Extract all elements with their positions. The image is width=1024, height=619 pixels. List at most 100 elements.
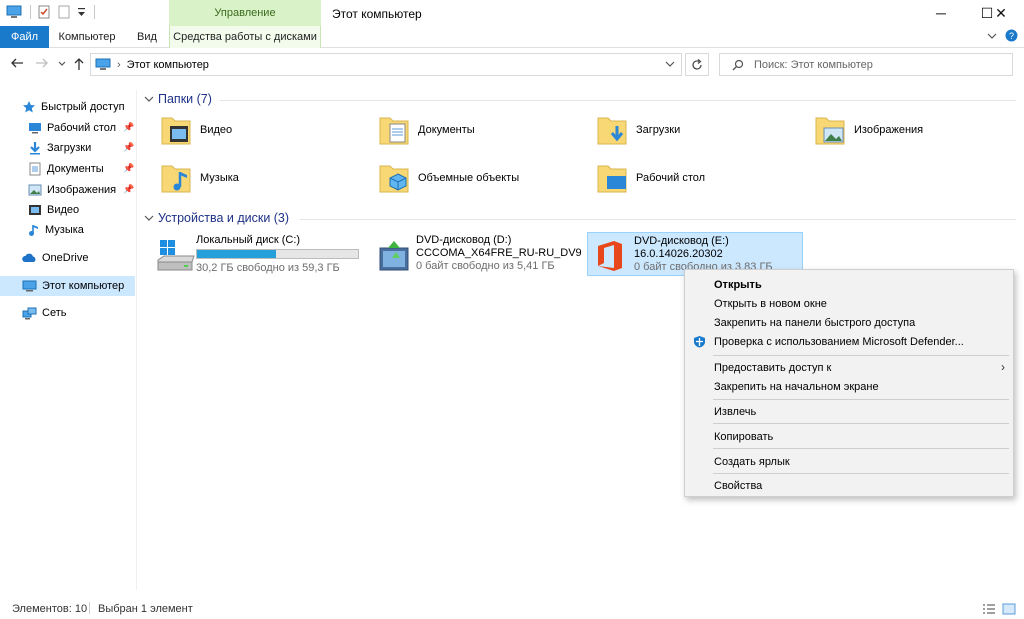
menu-item-label: Проверка с использованием Microsoft Defe… <box>714 335 964 348</box>
nav-quick-access[interactable]: Быстрый доступ <box>22 97 125 117</box>
folder-documents[interactable]: Документы <box>378 112 475 148</box>
menu-separator <box>713 355 1009 356</box>
context-tab-group-label: Управление <box>169 0 321 26</box>
menu-item-eject[interactable]: Извлечь <box>685 402 1013 421</box>
ribbon-right-controls: ? <box>987 29 1018 42</box>
up-arrow-icon[interactable] <box>73 57 85 71</box>
breadcrumb-location[interactable]: Этот компьютер <box>127 59 209 71</box>
tab-drive-tools[interactable]: Средства работы с дисками <box>169 26 321 48</box>
menu-item-copy[interactable]: Копировать <box>685 427 1013 446</box>
status-item-count: Элементов: 10 <box>12 602 88 615</box>
downloads-folder-icon <box>597 117 627 145</box>
menu-separator <box>713 399 1009 400</box>
devices-group-header[interactable]: Устройства и диски (3) <box>144 211 289 225</box>
pin-icon: 📌 <box>123 122 135 132</box>
folder-label: Объемные объекты <box>418 172 520 184</box>
tab-view[interactable]: Вид <box>128 26 166 48</box>
cloud-icon <box>22 253 36 262</box>
chevron-down-icon <box>144 96 154 102</box>
menu-item-pin-quick-access[interactable]: Закрепить на панели быстрого доступа <box>685 313 1013 332</box>
pin-icon: 📌 <box>123 184 135 194</box>
recent-locations-icon[interactable] <box>58 61 66 67</box>
menu-item-open[interactable]: Открыть <box>685 275 1013 294</box>
refresh-button[interactable] <box>685 53 709 76</box>
nav-label: Изображения <box>47 184 117 196</box>
address-field[interactable]: › Этот компьютер <box>90 53 682 76</box>
computer-icon <box>95 58 111 70</box>
menu-item-properties[interactable]: Свойства <box>685 476 1013 495</box>
back-arrow-icon[interactable] <box>10 57 24 69</box>
large-icons-view-icon[interactable] <box>1002 603 1016 615</box>
menu-item-open-new-window[interactable]: Открыть в новом окне <box>685 294 1013 313</box>
nav-onedrive[interactable]: OneDrive <box>22 248 88 268</box>
folder-video[interactable]: Видео <box>160 112 232 148</box>
drive-usage-fill <box>197 250 276 258</box>
svg-text:?: ? <box>1009 31 1014 41</box>
menu-item-label: Предоставить доступ к <box>714 361 832 374</box>
help-icon[interactable]: ? <box>1005 29 1018 42</box>
nav-this-pc[interactable]: Этот компьютер <box>0 276 135 296</box>
minimize-button[interactable]: ─ <box>918 0 964 26</box>
video-folder-icon <box>161 117 191 145</box>
desktop-icon <box>29 123 41 134</box>
nav-quick-item-documents[interactable]: Документы <box>28 159 104 179</box>
toolbar-separator <box>94 5 95 19</box>
properties-icon[interactable] <box>37 5 51 19</box>
nav-quick-item-music[interactable]: Музыка <box>28 220 84 240</box>
menu-item-pin-start[interactable]: Закрепить на начальном экране <box>685 377 1013 396</box>
pin-icon: 📌 <box>123 142 135 152</box>
view-switcher <box>982 603 1016 615</box>
music-icon <box>29 225 38 236</box>
nav-network[interactable]: Сеть <box>22 303 66 323</box>
search-input[interactable]: Поиск: Этот компьютер <box>719 53 1013 76</box>
tab-file[interactable]: Файл <box>0 26 49 48</box>
folder-desktop[interactable]: Рабочий стол <box>596 160 705 196</box>
folder-pictures[interactable]: Изображения <box>814 112 923 148</box>
menu-item-create-shortcut[interactable]: Создать ярлык <box>685 452 1013 471</box>
nav-quick-item-video[interactable]: Видео <box>28 200 79 220</box>
customize-toolbar-icon[interactable] <box>77 6 86 18</box>
menu-item-defender-scan[interactable]: Проверка с использованием Microsoft Defe… <box>685 332 1013 351</box>
3d-objects-folder-icon <box>379 165 409 193</box>
search-icon <box>732 59 744 70</box>
nav-label: Видео <box>47 204 80 216</box>
submenu-arrow-icon: › <box>1001 360 1005 374</box>
close-button[interactable]: ✕ <box>978 0 1024 26</box>
folder-3d-objects[interactable]: Объемные объекты <box>378 160 519 196</box>
nav-label: Быстрый доступ <box>41 101 125 113</box>
drive-detail: 30,2 ГБ свободно из 59,3 ГБ <box>196 262 340 274</box>
folder-downloads[interactable]: Загрузки <box>596 112 680 148</box>
group-divider <box>220 100 1016 101</box>
office-icon <box>598 241 622 271</box>
details-view-icon[interactable] <box>982 603 996 615</box>
download-icon <box>30 142 40 155</box>
folder-label: Документы <box>418 124 475 136</box>
expand-ribbon-icon[interactable] <box>987 32 997 40</box>
menu-separator <box>713 448 1009 449</box>
title-bar: Управление Этот компьютер ─ ☐ ✕ <box>0 0 1024 26</box>
documents-folder-icon <box>379 117 409 145</box>
folder-music[interactable]: Музыка <box>160 160 239 196</box>
group-title: Папки (7) <box>158 92 212 106</box>
drive-c[interactable]: Локальный диск (C:) 30,2 ГБ свободно из … <box>150 232 366 276</box>
nav-label: Документы <box>47 163 104 175</box>
folders-group-header[interactable]: Папки (7) <box>144 92 212 106</box>
folder-label: Видео <box>200 124 233 136</box>
breadcrumb-separator[interactable]: › <box>117 59 121 71</box>
drive-detail: 0 байт свободно из 5,41 ГБ <box>416 260 555 272</box>
drive-name: DVD-дисковод (E:) <box>634 235 729 247</box>
pictures-folder-icon <box>815 117 845 145</box>
address-dropdown-icon[interactable] <box>665 58 675 70</box>
computer-icon[interactable] <box>6 5 22 19</box>
menu-item-give-access[interactable]: Предоставить доступ к › <box>685 358 1013 377</box>
nav-quick-item-downloads[interactable]: Загрузки <box>28 138 91 158</box>
defender-shield-icon <box>694 336 705 348</box>
nav-quick-item-pictures[interactable]: Изображения <box>28 180 116 200</box>
drive-d[interactable]: DVD-дисковод (D:) CCCOMA_X64FRE_RU-RU_DV… <box>370 232 586 276</box>
status-bar: Элементов: 10 Выбран 1 элемент <box>0 598 1024 619</box>
nav-quick-item-desktop[interactable]: Рабочий стол <box>28 118 116 138</box>
menu-separator <box>713 423 1009 424</box>
new-folder-icon[interactable] <box>57 5 71 19</box>
forward-arrow-icon[interactable] <box>35 57 49 69</box>
tab-computer[interactable]: Компьютер <box>52 26 122 48</box>
